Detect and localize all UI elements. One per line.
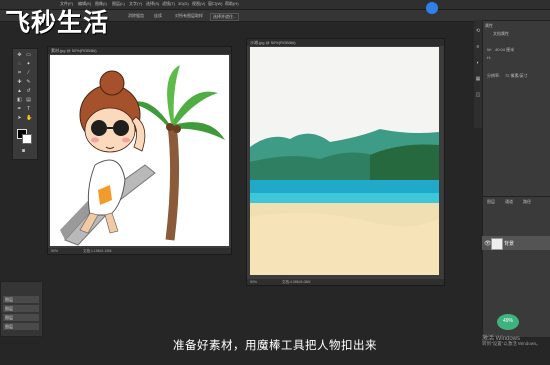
path-select-icon[interactable]: ➤ [17, 116, 22, 121]
lasso-tool-icon[interactable]: ◌ [17, 62, 22, 67]
menu-layer[interactable]: 图层(L) [112, 1, 125, 7]
history-item[interactable]: 图层 [3, 323, 39, 330]
move-tool-icon[interactable]: ✥ [17, 53, 22, 58]
quick-mask-icon[interactable]: ◙ [21, 149, 26, 154]
history-panel: 图层 图层 图层 图层 [0, 281, 43, 337]
sample-all-layers-checkbox[interactable]: 对所有图层取样 [175, 13, 203, 19]
speed-label: 49% [502, 318, 513, 324]
properties-tab[interactable]: 属性 [485, 23, 493, 29]
layers-tab[interactable]: 图层 [487, 199, 495, 205]
document-status-bar-beach: 50% 文档:4.08M/4.08M [247, 279, 444, 285]
document-status-bar: 50% 文档:1.15M/1.15M [48, 248, 231, 254]
tools-panel: ✥ ▭ ◌ ✦ ⌗ ⁄ ✚ ✎ ▲ ↺ ◧ ▤ ✒ T ➤ ✋ ◙ [12, 48, 38, 160]
history-item[interactable]: 图层 [3, 296, 39, 303]
resolution-value[interactable]: 72 像素/英寸 [505, 73, 528, 79]
width-label: W: [487, 47, 492, 52]
document-window-beach[interactable]: 沙滩.jpg @ 50%(RGB/8#) 50% 文档:4.08M/4.08M [246, 38, 445, 286]
eraser-tool-icon[interactable]: ◧ [17, 98, 22, 103]
history-panel-icon[interactable]: ⟲ [475, 28, 481, 34]
watermark-logo: 飞秒生活 [5, 8, 110, 37]
select-and-mask-button[interactable]: 选择并遮住... [210, 13, 240, 21]
layer-name[interactable]: 背景 [504, 240, 514, 247]
eyedropper-tool-icon[interactable]: ⁄ [26, 71, 31, 76]
hand-tool-icon[interactable]: ✋ [26, 116, 32, 121]
crop-tool-icon[interactable]: ⌗ [17, 71, 22, 76]
menu-select[interactable]: 选择(S) [146, 1, 159, 7]
swatches-panel-icon[interactable]: ◫ [475, 92, 481, 98]
panel-icon-strip: ⟲ ≡ ◐ ▦ ◫ [474, 20, 482, 128]
history-item[interactable]: 图层 [3, 305, 39, 312]
background-color-swatch[interactable] [22, 134, 32, 144]
properties-panel-icon[interactable]: ≡ [475, 44, 481, 50]
pen-tool-icon[interactable]: ✒ [17, 107, 22, 112]
type-tool-icon[interactable]: T [26, 107, 31, 112]
search-icon[interactable] [426, 2, 438, 14]
width-value[interactable]: 40.04 厘米 [495, 47, 514, 53]
beach-canvas[interactable] [250, 47, 439, 275]
channels-tab[interactable]: 通道 [505, 199, 513, 205]
menu-window[interactable]: 窗口(W) [208, 1, 222, 7]
contiguous-checkbox[interactable]: 连续 [154, 13, 162, 19]
beach-illustration [250, 47, 439, 275]
history-brush-icon[interactable]: ↺ [26, 89, 31, 94]
character-canvas[interactable] [50, 55, 229, 246]
paths-tab[interactable]: 路径 [523, 199, 531, 205]
layer-thumbnail [491, 238, 503, 250]
document-window-character[interactable]: 素材.jpg @ 50%(RGB/8#) 50% 文档:1.15M/1.15M [47, 46, 232, 255]
gradient-tool-icon[interactable]: ▤ [26, 98, 31, 103]
menu-filter[interactable]: 滤镜(T) [162, 1, 175, 7]
zoom-level[interactable]: 50% [51, 248, 58, 254]
menu-type[interactable]: 文字(Y) [129, 1, 142, 7]
stamp-tool-icon[interactable]: ▲ [17, 89, 22, 94]
document-info-beach: 文档:4.08M/4.08M [282, 280, 311, 284]
history-item[interactable]: 图层 [3, 314, 39, 321]
styles-panel-icon[interactable]: ▦ [475, 76, 481, 82]
video-subtitle: 准备好素材，用魔棒工具把人物扣出来 [173, 338, 377, 352]
document-properties-label: 文档属性 [493, 31, 509, 36]
anti-alias-checkbox[interactable]: 消除锯齿 [128, 13, 144, 19]
menu-3d[interactable]: 3D(D) [178, 1, 189, 6]
resolution-label: 分辨率: [487, 73, 501, 78]
brush-tool-icon[interactable]: ✎ [26, 80, 31, 85]
properties-panel: 属性 文档属性 W: 40.04 厘米 H: 分辨率: 72 像素/英寸 [482, 20, 550, 197]
document-tab-beach[interactable]: 沙滩.jpg @ 50%(RGB/8#) [247, 39, 444, 46]
menu-help[interactable]: 帮助(H) [225, 1, 239, 7]
zoom-level-beach[interactable]: 50% [250, 279, 257, 285]
beach-girl-illustration [60, 65, 225, 246]
magic-wand-tool-icon[interactable]: ✦ [26, 62, 31, 67]
marquee-tool-icon[interactable]: ▭ [26, 53, 31, 58]
height-label: H: [487, 55, 491, 60]
document-tab-character[interactable]: 素材.jpg @ 50%(RGB/8#) [48, 47, 231, 54]
adjustments-panel-icon[interactable]: ◐ [475, 60, 481, 66]
healing-tool-icon[interactable]: ✚ [17, 80, 22, 85]
menu-view[interactable]: 视图(V) [192, 1, 205, 7]
document-info: 文档:1.15M/1.15M [83, 249, 112, 253]
